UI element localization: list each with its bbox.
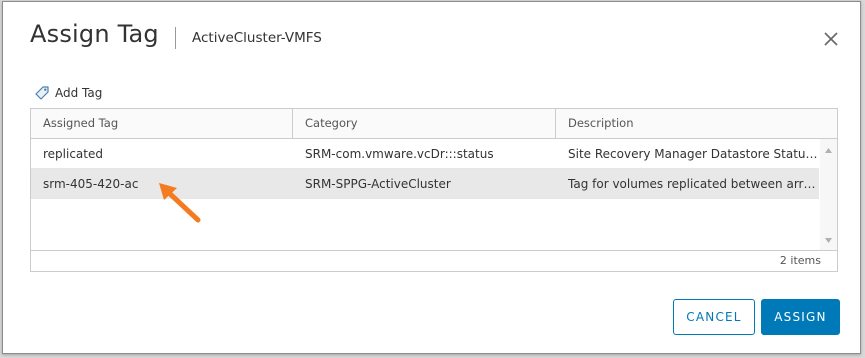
- table-row[interactable]: srm-405-420-ac SRM-SPPG-ActiveCluster Ta…: [31, 169, 819, 199]
- cell-assigned-tag: srm-405-420-ac: [43, 177, 139, 191]
- assigned-tags-table: Assigned Tag Category Description replic…: [30, 108, 838, 272]
- title-divider: [175, 27, 176, 49]
- table-footer: 2 items: [31, 250, 837, 271]
- cell-category: SRM-com.vmware.vcDr:::status: [305, 147, 494, 161]
- close-button[interactable]: [821, 29, 841, 49]
- column-header-description[interactable]: Description: [556, 109, 837, 138]
- column-header-assigned-tag[interactable]: Assigned Tag: [31, 109, 293, 138]
- cancel-button[interactable]: CANCEL: [673, 299, 755, 335]
- cell-category: SRM-SPPG-ActiveCluster: [305, 177, 451, 191]
- cell-description: Tag for volumes replicated between array…: [568, 177, 819, 191]
- dialog-subtitle: ActiveCluster-VMFS: [192, 30, 322, 46]
- scroll-down-arrow-icon[interactable]: [824, 237, 833, 244]
- dialog-title: Assign Tag: [30, 20, 159, 48]
- assign-button[interactable]: ASSIGN: [761, 299, 840, 335]
- add-tag-button[interactable]: Add Tag: [34, 84, 102, 102]
- add-tag-label: Add Tag: [55, 86, 103, 100]
- scroll-up-arrow-icon[interactable]: [824, 147, 833, 154]
- cell-assigned-tag: replicated: [43, 147, 103, 161]
- close-icon: [824, 32, 838, 46]
- table-row[interactable]: replicated SRM-com.vmware.vcDr:::status …: [31, 139, 819, 169]
- column-header-category[interactable]: Category: [293, 109, 556, 138]
- tag-icon: [35, 86, 49, 100]
- table-header: Assigned Tag Category Description: [31, 109, 837, 139]
- vertical-scrollbar[interactable]: [820, 139, 837, 250]
- cell-description: Site Recovery Manager Datastore Status:.…: [568, 147, 819, 161]
- assign-tag-dialog: Assign Tag ActiveCluster-VMFS Add Tag As…: [2, 1, 861, 354]
- item-count: 2 items: [779, 254, 821, 267]
